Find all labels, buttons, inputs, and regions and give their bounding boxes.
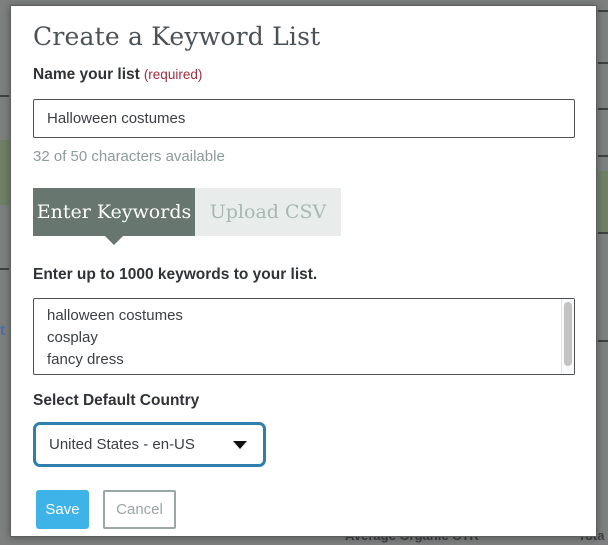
backdrop-row-line [598, 155, 608, 157]
modal-title: Create a Keyword List [33, 22, 321, 51]
create-keyword-list-modal: Create a Keyword List Name your list (req… [10, 5, 597, 537]
tab-enter-keywords-label: Enter Keywords [36, 201, 192, 223]
chevron-down-icon [233, 440, 247, 449]
textarea-scrollbar[interactable] [561, 299, 574, 374]
backdrop-link-fragment: t [0, 322, 5, 339]
backdrop-row-line [0, 95, 9, 97]
active-tab-pointer [105, 236, 123, 245]
backdrop-row-line [598, 232, 608, 234]
name-field-label-text: Name your list [33, 66, 140, 83]
textarea-scrollbar-thumb[interactable] [564, 302, 572, 366]
keywords-textarea-wrap: halloween costumes cosplay fancy dress [33, 298, 575, 375]
tab-enter-keywords[interactable]: Enter Keywords [33, 188, 195, 245]
backdrop-row-line [598, 340, 608, 342]
default-country-select[interactable]: United States - en-US [33, 422, 266, 467]
country-field-label: Select Default Country [33, 392, 200, 409]
backdrop-green-row [598, 171, 608, 232]
name-field-label: Name your list (required) [33, 66, 574, 84]
list-name-input[interactable] [33, 99, 575, 138]
keyword-entry-tabs: Enter Keywords Upload CSV [33, 188, 574, 245]
characters-available-text: 32 of 50 characters available [33, 148, 225, 165]
cancel-button[interactable]: Cancel [103, 490, 176, 529]
backdrop-row-line [0, 268, 9, 270]
keywords-field-label: Enter up to 1000 keywords to your list. [33, 266, 318, 283]
tab-upload-csv-label: Upload CSV [209, 201, 327, 223]
backdrop-row-line [598, 108, 608, 110]
save-button[interactable]: Save [36, 490, 89, 529]
backdrop-green-row [0, 140, 9, 205]
keywords-textarea[interactable]: halloween costumes cosplay fancy dress [34, 299, 560, 372]
required-note: (required) [143, 67, 203, 82]
backdrop-row-line [598, 10, 608, 12]
tab-upload-csv[interactable]: Upload CSV [195, 188, 341, 236]
backdrop-row-line [598, 62, 608, 64]
selected-country-value: United States - en-US [49, 436, 195, 453]
modal-footer: Save Cancel [33, 490, 574, 529]
